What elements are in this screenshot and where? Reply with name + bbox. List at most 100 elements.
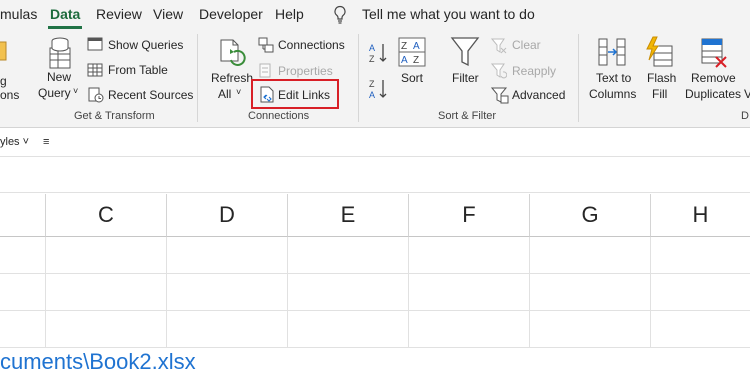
- cell[interactable]: [0, 237, 46, 274]
- cell[interactable]: [530, 311, 651, 348]
- cell[interactable]: [651, 311, 750, 348]
- filter-funnel-icon[interactable]: [450, 36, 480, 68]
- cell[interactable]: [46, 274, 167, 311]
- get-data-label[interactable]: g: [0, 74, 7, 88]
- column-header-c[interactable]: C: [46, 194, 167, 237]
- svg-text:Z: Z: [369, 54, 375, 64]
- flash-fill-label-2[interactable]: Fill: [652, 87, 667, 101]
- cell[interactable]: [46, 237, 167, 274]
- sort-button[interactable]: Sort: [401, 71, 423, 85]
- from-table-icon[interactable]: [87, 63, 103, 77]
- cell[interactable]: [167, 311, 288, 348]
- text-to-columns-label-2[interactable]: Columns: [589, 87, 636, 101]
- tab-review[interactable]: Review: [96, 6, 142, 22]
- properties-button[interactable]: Properties: [278, 64, 333, 78]
- group-divider: [197, 34, 198, 122]
- connections-button[interactable]: Connections: [278, 38, 345, 52]
- quick-access-bar: yles ˅ ≡: [0, 129, 750, 157]
- external-link-path[interactable]: cuments\Book2.xlsx: [0, 349, 196, 375]
- sort-z-to-a-icon[interactable]: Z A: [368, 78, 388, 100]
- cell[interactable]: [167, 274, 288, 311]
- recent-sources-icon[interactable]: [88, 87, 104, 103]
- refresh-all-label-2[interactable]: All: [218, 87, 231, 101]
- cell[interactable]: [288, 237, 409, 274]
- formula-bar-area: [0, 157, 750, 193]
- filter-button[interactable]: Filter: [452, 71, 479, 85]
- clear-button[interactable]: Clear: [512, 38, 541, 52]
- active-tab-indicator: [48, 26, 82, 29]
- data-validation-partial-label[interactable]: V: [744, 87, 750, 101]
- tell-me-search[interactable]: Tell me what you want to do: [362, 6, 535, 22]
- column-header-e[interactable]: E: [288, 194, 409, 237]
- remove-duplicates-label-2[interactable]: Duplicates: [685, 87, 741, 101]
- get-data-icon[interactable]: [0, 40, 8, 64]
- tab-help[interactable]: Help: [275, 6, 304, 22]
- svg-text:Z: Z: [369, 79, 375, 89]
- svg-text:A: A: [401, 55, 408, 66]
- reapply-icon[interactable]: [491, 63, 507, 79]
- group-label-connections: Connections: [248, 110, 310, 122]
- sort-icon[interactable]: Z A A Z: [398, 37, 426, 67]
- customize-toolbar-icon[interactable]: ≡: [43, 136, 49, 148]
- advanced-button[interactable]: Advanced: [512, 88, 565, 102]
- column-header-g[interactable]: G: [530, 194, 651, 237]
- from-table-button[interactable]: From Table: [108, 63, 168, 77]
- new-query-label[interactable]: New: [47, 70, 71, 84]
- new-query-chevron-icon[interactable]: ˅: [73, 86, 78, 96]
- svg-text:A: A: [413, 41, 420, 52]
- svg-text:A: A: [369, 90, 375, 100]
- cell[interactable]: [288, 311, 409, 348]
- cell[interactable]: [651, 237, 750, 274]
- svg-text:Z: Z: [401, 41, 407, 52]
- group-label-get-transform: Get & Transform: [74, 110, 155, 122]
- cell[interactable]: [288, 274, 409, 311]
- refresh-all-icon[interactable]: [217, 38, 247, 68]
- cell[interactable]: [409, 311, 530, 348]
- sort-a-to-z-icon[interactable]: A Z: [368, 42, 388, 64]
- tab-data[interactable]: Data: [50, 6, 80, 22]
- group-label-sort-filter: Sort & Filter: [438, 110, 497, 122]
- remove-duplicates-icon[interactable]: [699, 37, 729, 69]
- column-header-d[interactable]: D: [167, 194, 288, 237]
- column-header-b[interactable]: [0, 194, 46, 237]
- cell[interactable]: [530, 237, 651, 274]
- cell[interactable]: [0, 311, 46, 348]
- group-label-data-tools: D: [741, 110, 749, 122]
- remove-duplicates-label[interactable]: Remove: [691, 71, 736, 85]
- recent-sources-button[interactable]: Recent Sources: [108, 88, 193, 102]
- cell[interactable]: [530, 274, 651, 311]
- cell[interactable]: [409, 237, 530, 274]
- text-to-columns-icon[interactable]: [597, 37, 627, 69]
- new-query-label-2[interactable]: Query: [38, 86, 71, 100]
- flash-fill-label[interactable]: Flash: [647, 71, 676, 85]
- new-query-icon[interactable]: [46, 36, 76, 70]
- tab-developer[interactable]: Developer: [199, 6, 263, 22]
- svg-text:A: A: [369, 43, 375, 53]
- advanced-filter-icon[interactable]: [491, 87, 509, 104]
- lightbulb-icon: [334, 5, 346, 24]
- styles-dropdown[interactable]: yles ˅: [0, 136, 29, 148]
- column-header-h[interactable]: H: [651, 194, 750, 237]
- clear-filter-icon[interactable]: [491, 38, 507, 54]
- tab-view[interactable]: View: [153, 6, 183, 22]
- show-queries-icon[interactable]: [87, 37, 103, 51]
- cell[interactable]: [0, 274, 46, 311]
- cell[interactable]: [651, 274, 750, 311]
- flash-fill-icon[interactable]: [644, 36, 674, 68]
- edit-links-highlight: [251, 79, 339, 109]
- column-header-f[interactable]: F: [409, 194, 530, 237]
- text-to-columns-label[interactable]: Text to: [596, 71, 631, 85]
- cell[interactable]: [167, 237, 288, 274]
- tab-formulas[interactable]: mulas: [0, 6, 37, 22]
- refresh-chevron-icon[interactable]: ˅: [236, 87, 241, 97]
- reapply-button[interactable]: Reapply: [512, 64, 556, 78]
- connections-icon[interactable]: [258, 37, 274, 53]
- refresh-all-label[interactable]: Refresh: [211, 71, 253, 85]
- properties-icon[interactable]: [258, 63, 274, 78]
- cell[interactable]: [46, 311, 167, 348]
- cell[interactable]: [409, 274, 530, 311]
- get-data-label-2[interactable]: ons: [0, 88, 19, 102]
- show-queries-button[interactable]: Show Queries: [108, 38, 183, 52]
- ribbon-tab-bar: mulas Data Review View Developer Help Te…: [0, 0, 750, 30]
- group-divider: [358, 34, 359, 122]
